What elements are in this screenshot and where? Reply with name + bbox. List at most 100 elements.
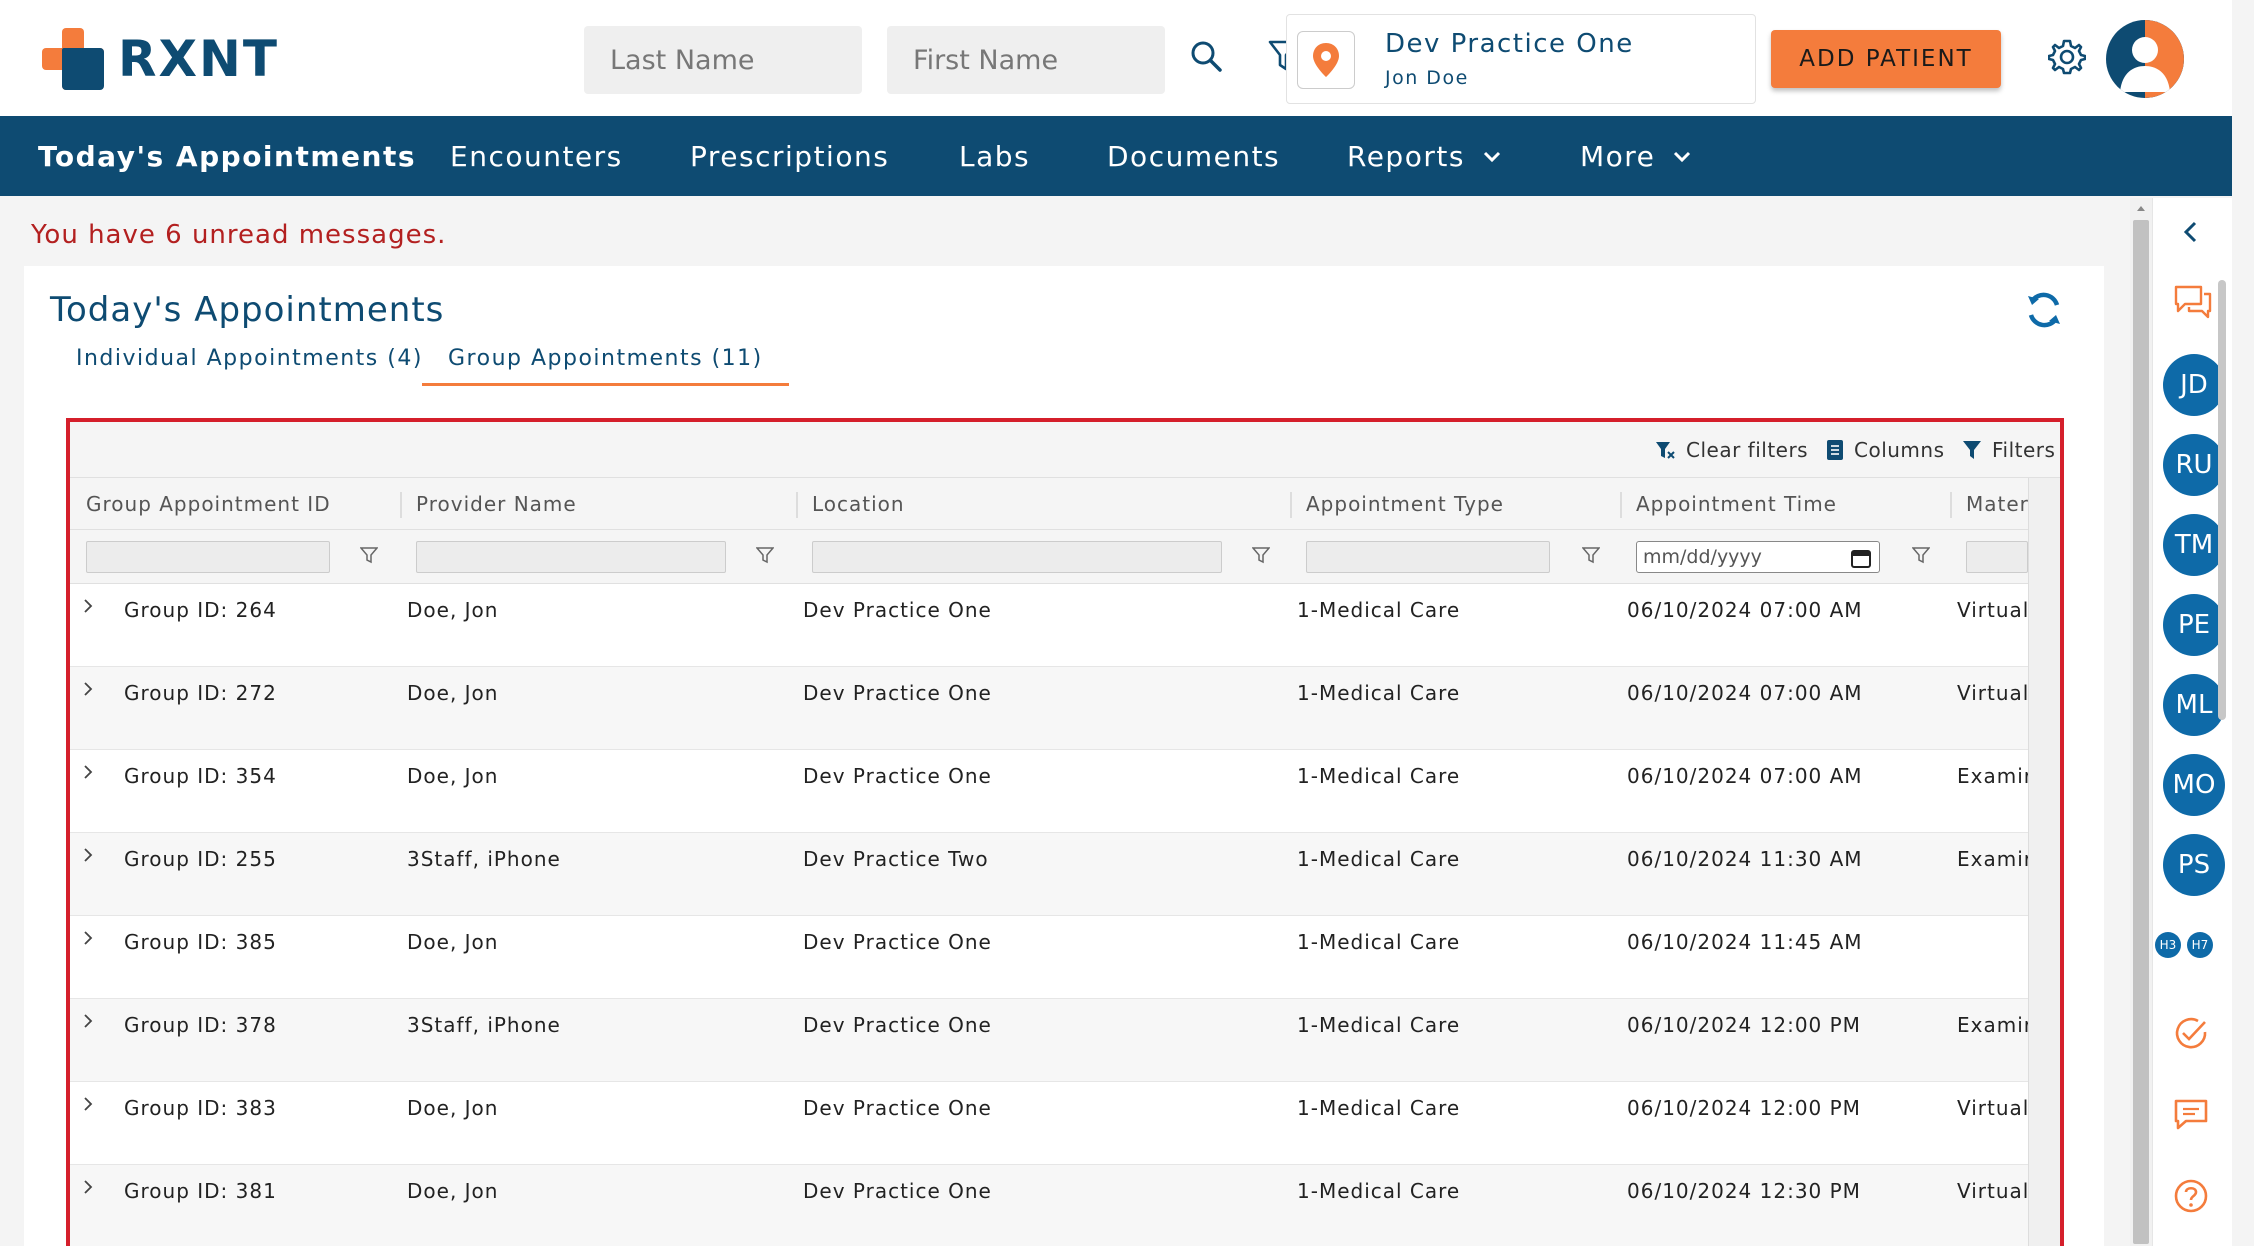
row-expand-icon[interactable] — [82, 1096, 94, 1116]
col-header-group-id[interactable]: Group Appointment ID — [86, 492, 331, 516]
clear-filter-icon — [1656, 442, 1675, 459]
cell-time: 06/10/2024 12:00 PM — [1627, 1096, 1861, 1120]
table-row[interactable]: Group ID: 385 Doe, Jon Dev Practice One 1-M… — [70, 916, 2028, 999]
calendar-icon[interactable] — [1851, 548, 1871, 568]
scroll-up-icon[interactable] — [2136, 204, 2146, 212]
nav-encounters[interactable]: Encounters — [450, 140, 623, 173]
row-expand-icon[interactable] — [82, 1179, 94, 1199]
column-filter-icon[interactable] — [756, 546, 774, 564]
columns-button[interactable]: Columns — [1826, 438, 1945, 462]
last-name-input[interactable] — [584, 26, 862, 94]
table-row[interactable]: Group ID: 264 Doe, Jon Dev Practice One 1-M… — [70, 584, 2028, 667]
nav-todays-appointments[interactable]: Today's Appointments — [38, 140, 416, 173]
cell-id: Group ID: 378 — [124, 1013, 277, 1037]
rail-mini-avatar[interactable]: H7 — [2187, 932, 2213, 958]
cell-provider: Doe, Jon — [407, 598, 499, 622]
clear-filters-button[interactable]: Clear filters — [1654, 438, 1808, 462]
tab-individual-appointments[interactable]: Individual Appointments (4) — [76, 346, 423, 371]
cell-id: Group ID: 383 — [124, 1096, 277, 1120]
cell-location: Dev Practice One — [803, 930, 992, 954]
add-patient-button[interactable]: ADD PATIENT — [1771, 30, 2001, 88]
cell-material: Virtual — [1957, 1096, 2028, 1120]
column-filter-icon[interactable] — [1582, 546, 1600, 564]
cell-location: Dev Practice One — [803, 1179, 992, 1203]
cell-type: 1-Medical Care — [1297, 930, 1461, 954]
col-header-appointment-type[interactable]: Appointment Type — [1306, 492, 1504, 516]
table-row[interactable]: Group ID: 383 Doe, Jon Dev Practice One 1-M… — [70, 1082, 2028, 1165]
tab-group-appointments[interactable]: Group Appointments (11) — [422, 346, 789, 386]
page-scrollbar[interactable] — [2130, 198, 2152, 1246]
page-scrollbar-thumb[interactable] — [2133, 220, 2149, 1244]
filter-appointment-time-date[interactable]: mm/dd/yyyy — [1636, 541, 1880, 573]
chat-bubbles-icon[interactable] — [2173, 284, 2213, 322]
rail-mini-avatar[interactable]: H3 — [2155, 932, 2181, 958]
col-header-appointment-time[interactable]: Appointment Time — [1636, 492, 1837, 516]
rxnt-logo[interactable]: RXNT — [42, 28, 279, 90]
cell-material: Virtual — [1957, 1179, 2028, 1203]
filter-provider-input[interactable] — [416, 541, 726, 573]
practice-name: Dev Practice One — [1385, 29, 1634, 59]
cell-provider: Doe, Jon — [407, 681, 499, 705]
filter-appointment-type-input[interactable] — [1306, 541, 1550, 573]
col-header-location[interactable]: Location — [812, 492, 905, 516]
table-row[interactable]: Group ID: 378 3Staff, iPhone Dev Practice … — [70, 999, 2028, 1082]
cell-time: 06/10/2024 12:00 PM — [1627, 1013, 1861, 1037]
cell-type: 1-Medical Care — [1297, 764, 1461, 788]
cell-provider: 3Staff, iPhone — [407, 1013, 561, 1037]
cell-time: 06/10/2024 07:00 AM — [1627, 598, 1863, 622]
nav-labs[interactable]: Labs — [959, 140, 1030, 173]
cell-provider: Doe, Jon — [407, 1096, 499, 1120]
first-name-input[interactable] — [887, 26, 1165, 94]
help-icon[interactable] — [2173, 1178, 2209, 1214]
message-icon[interactable] — [2173, 1098, 2209, 1132]
rail-scrollbar[interactable] — [2216, 270, 2228, 970]
nav-more[interactable]: More — [1580, 140, 1691, 173]
table-row[interactable]: Group ID: 255 3Staff, iPhone Dev Practice … — [70, 833, 2028, 916]
table-row[interactable]: Group ID: 272 Doe, Jon Dev Practice One 1-M… — [70, 667, 2028, 750]
row-expand-icon[interactable] — [82, 598, 94, 618]
col-header-provider[interactable]: Provider Name — [416, 492, 577, 516]
cell-type: 1-Medical Care — [1297, 1179, 1461, 1203]
table-row[interactable]: Group ID: 381 Doe, Jon Dev Practice One 1-M… — [70, 1165, 2028, 1246]
row-expand-icon[interactable] — [82, 1013, 94, 1033]
grid-vertical-scrollbar[interactable] — [2028, 478, 2060, 1246]
cell-id: Group ID: 255 — [124, 847, 277, 871]
row-expand-icon[interactable] — [82, 681, 94, 701]
nav-documents[interactable]: Documents — [1107, 140, 1280, 173]
search-icon[interactable] — [1184, 34, 1228, 78]
column-filter-icon[interactable] — [1912, 546, 1930, 564]
table-row[interactable]: Group ID: 354 Doe, Jon Dev Practice One 1-M… — [70, 750, 2028, 833]
cell-time: 06/10/2024 07:00 AM — [1627, 764, 1863, 788]
col-header-material[interactable]: Mater — [1966, 492, 2028, 516]
unread-messages-link[interactable]: You have 6 unread messages. — [31, 220, 446, 250]
cell-location: Dev Practice One — [803, 1096, 992, 1120]
location-pin-icon — [1297, 31, 1355, 89]
filter-icon — [1963, 441, 1981, 459]
chevron-left-icon[interactable] — [2179, 220, 2203, 244]
filter-material-input[interactable] — [1966, 541, 2028, 573]
row-expand-icon[interactable] — [82, 930, 94, 950]
logo-cross-icon — [42, 28, 104, 90]
cell-type: 1-Medical Care — [1297, 1096, 1461, 1120]
logo-text: RXNT — [118, 30, 280, 88]
refresh-icon[interactable] — [2024, 290, 2066, 332]
nav-reports[interactable]: Reports — [1347, 140, 1501, 173]
column-filter-icon[interactable] — [1252, 546, 1270, 564]
practice-selector[interactable]: Dev Practice One Jon Doe — [1286, 14, 1756, 104]
nav-prescriptions[interactable]: Prescriptions — [690, 140, 889, 173]
cell-location: Dev Practice One — [803, 1013, 992, 1037]
column-filter-icon[interactable] — [360, 546, 378, 564]
row-expand-icon[interactable] — [82, 847, 94, 867]
filter-location-input[interactable] — [812, 541, 1222, 573]
cell-time: 06/10/2024 11:30 AM — [1627, 847, 1863, 871]
cell-provider: 3Staff, iPhone — [407, 847, 561, 871]
cell-time: 06/10/2024 11:45 AM — [1627, 930, 1863, 954]
row-expand-icon[interactable] — [82, 764, 94, 784]
user-avatar[interactable] — [2106, 20, 2184, 98]
check-circle-icon[interactable] — [2173, 1016, 2209, 1052]
filters-button[interactable]: Filters — [1962, 438, 2055, 462]
gear-icon[interactable] — [2046, 36, 2088, 78]
filter-group-id-input[interactable] — [86, 541, 330, 573]
cell-location: Dev Practice One — [803, 764, 992, 788]
appointments-panel: Today's Appointments Individual Appointm… — [24, 266, 2104, 1246]
